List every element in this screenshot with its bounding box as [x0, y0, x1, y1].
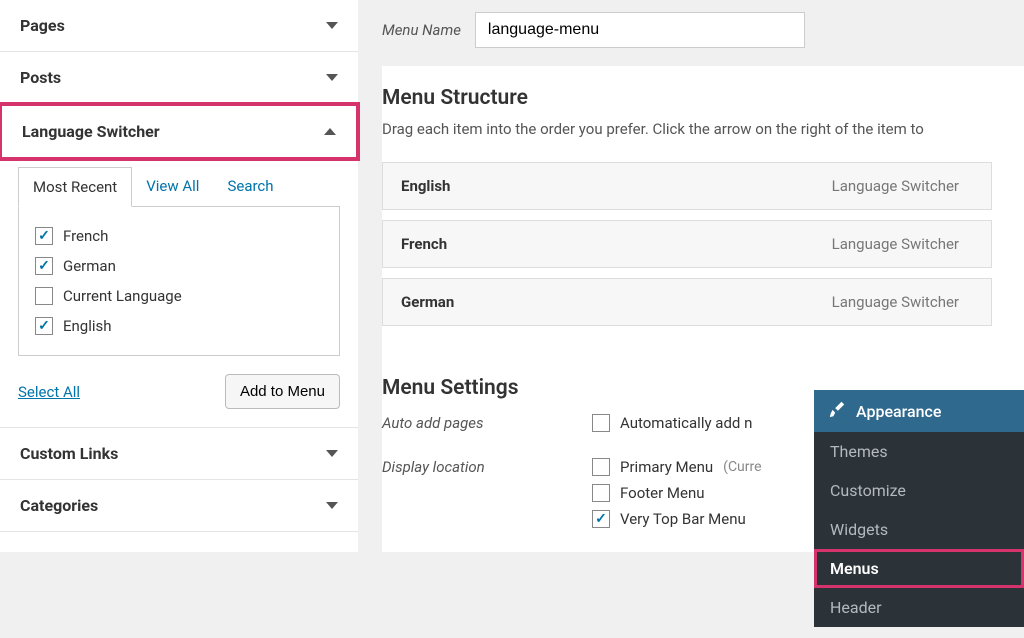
tab-most-recent[interactable]: Most Recent [18, 167, 132, 207]
section-title: Menu Structure [382, 86, 1024, 110]
accordion-label: Posts [20, 68, 61, 87]
checkbox-icon[interactable] [592, 484, 610, 502]
select-all-link[interactable]: Select All [18, 383, 80, 401]
chevron-down-icon [326, 74, 338, 81]
chevron-down-icon [326, 502, 338, 509]
checkbox-icon[interactable] [592, 414, 610, 432]
accordion-posts[interactable]: Posts [0, 52, 358, 104]
chevron-down-icon [326, 22, 338, 29]
tab-view-all[interactable]: View All [132, 167, 213, 207]
wp-item-themes[interactable]: Themes [814, 432, 1024, 471]
wp-panel-head[interactable]: Appearance [814, 390, 1024, 432]
menu-name-input[interactable] [475, 12, 805, 48]
wp-item-customize[interactable]: Customize [814, 471, 1024, 510]
actions-row: Select All Add to Menu [18, 374, 340, 409]
brush-icon [828, 400, 846, 422]
wp-admin-appearance-panel: Appearance Themes Customize Widgets Menu… [814, 390, 1024, 627]
option-label: Automatically add n [620, 414, 752, 432]
accordion-label: Categories [20, 496, 98, 515]
tab-pane: French German Current Language English [18, 206, 340, 356]
accordion-language-switcher: Language Switcher Most Recent View All S… [0, 102, 358, 428]
option-label: French [63, 227, 108, 245]
wp-item-widgets[interactable]: Widgets [814, 510, 1024, 549]
source-tabs: Most Recent View All Search [18, 167, 340, 207]
wp-panel-title: Appearance [856, 402, 941, 421]
menu-item-french[interactable]: French Language Switcher [382, 220, 992, 268]
source-accordion: Pages Posts Language Switcher Most Recen… [0, 0, 358, 552]
option-current-language[interactable]: Current Language [35, 281, 323, 311]
accordion-custom-links[interactable]: Custom Links [0, 428, 358, 480]
option-label: Very Top Bar Menu [620, 510, 746, 528]
option-label: German [63, 257, 116, 275]
structure-hint: Drag each item into the order you prefer… [382, 120, 1024, 138]
accordion-label: Custom Links [20, 444, 118, 463]
accordion-label: Language Switcher [22, 122, 160, 141]
option-label: Primary Menu [620, 458, 713, 476]
menu-item-label: German [401, 293, 454, 311]
wp-item-header[interactable]: Header [814, 588, 1024, 627]
menu-name-row: Menu Name [382, 4, 1024, 66]
menu-item-english[interactable]: English Language Switcher [382, 162, 992, 210]
auto-add-label: Auto add pages [382, 410, 592, 432]
chevron-up-icon [324, 128, 336, 135]
accordion-label: Pages [20, 16, 65, 35]
menu-name-label: Menu Name [382, 21, 461, 39]
accordion-body: Most Recent View All Search French Germa… [0, 159, 358, 427]
menu-item-german[interactable]: German Language Switcher [382, 278, 992, 326]
option-label: Current Language [63, 287, 182, 305]
menu-item-label: French [401, 235, 447, 253]
checkbox-icon[interactable] [35, 317, 53, 335]
option-english[interactable]: English [35, 311, 323, 341]
checkbox-icon[interactable] [592, 458, 610, 476]
option-german[interactable]: German [35, 251, 323, 281]
menu-item-type: Language Switcher [832, 293, 959, 311]
add-to-menu-button[interactable]: Add to Menu [225, 374, 340, 409]
menu-item-label: English [401, 177, 450, 195]
accordion-categories[interactable]: Categories [0, 480, 358, 532]
option-label: Footer Menu [620, 484, 705, 502]
checkbox-icon[interactable] [592, 510, 610, 528]
chevron-down-icon [326, 450, 338, 457]
wp-item-menus[interactable]: Menus [814, 549, 1024, 588]
checkbox-icon[interactable] [35, 257, 53, 275]
menu-item-type: Language Switcher [832, 235, 959, 253]
checkbox-icon[interactable] [35, 287, 53, 305]
accordion-pages[interactable]: Pages [0, 0, 358, 52]
option-suffix: (Curre [723, 459, 761, 475]
option-french[interactable]: French [35, 221, 323, 251]
accordion-language-switcher-header[interactable]: Language Switcher [0, 102, 360, 161]
tab-search[interactable]: Search [213, 167, 287, 207]
menu-item-type: Language Switcher [832, 177, 959, 195]
display-location-label: Display location [382, 454, 592, 476]
option-label: English [63, 317, 112, 335]
checkbox-icon[interactable] [35, 227, 53, 245]
menu-structure-section: Menu Structure Drag each item into the o… [382, 66, 1024, 356]
